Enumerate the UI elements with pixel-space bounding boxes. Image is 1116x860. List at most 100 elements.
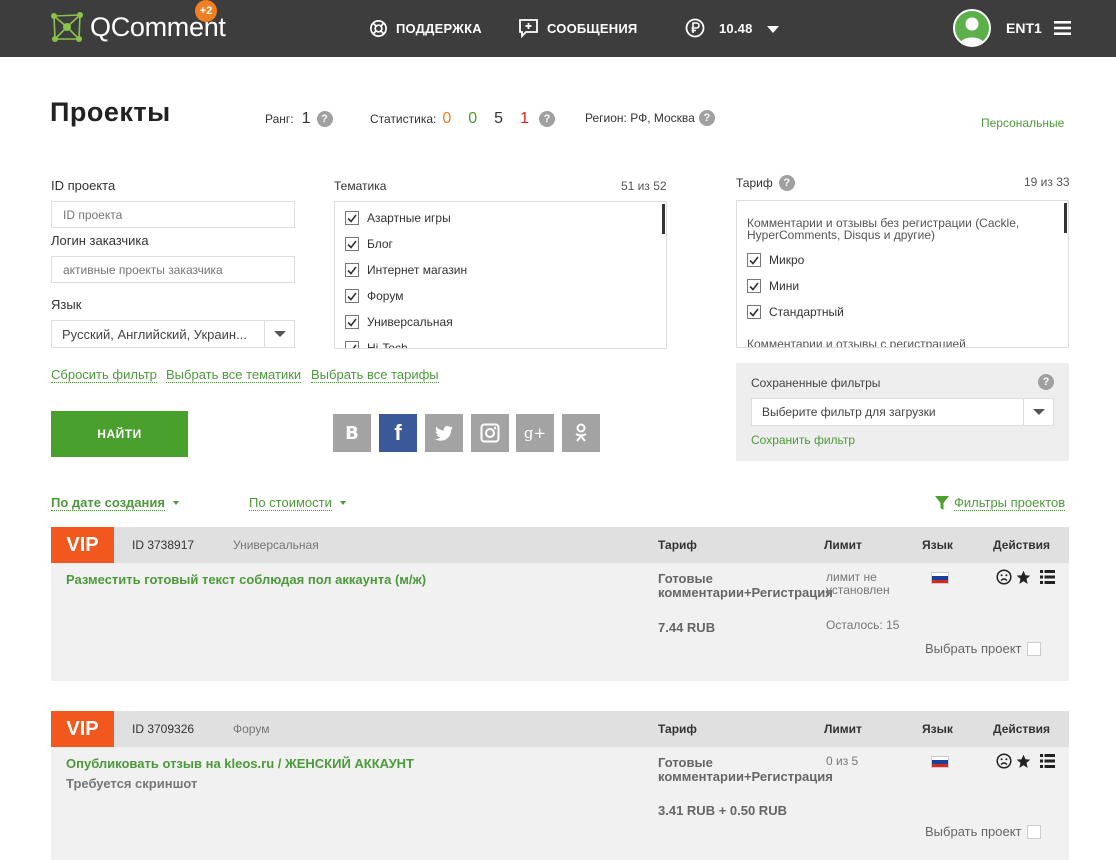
tariff-item-label: Микро: [769, 253, 805, 267]
page-title: Проекты: [50, 97, 171, 127]
star-icon[interactable]: [1016, 754, 1031, 769]
project-theme: Универсальная: [233, 538, 319, 552]
checkbox-checked[interactable]: [747, 253, 761, 267]
region-label: Регион: РФ, Москва: [585, 111, 695, 125]
saved-filters-select[interactable]: Выберите фильтр для загрузки: [751, 398, 1054, 426]
scrollbar[interactable]: [1064, 203, 1067, 233]
theme-item[interactable]: Универсальная: [345, 315, 453, 329]
choose-project-label: Выбрать проект: [925, 824, 1022, 839]
google-plus-icon: g+: [523, 424, 547, 442]
statistics-info: Статистика: 0 0 5 1 ?: [370, 110, 555, 128]
chevron-down-icon: [766, 21, 787, 36]
project-id-input[interactable]: [51, 201, 295, 228]
scrollbar[interactable]: [662, 204, 665, 234]
help-icon[interactable]: ?: [1038, 374, 1054, 390]
help-icon[interactable]: ?: [538, 111, 555, 127]
customer-login-input[interactable]: [51, 256, 295, 283]
project-actions: [996, 753, 1055, 769]
theme-item[interactable]: Блог: [345, 237, 393, 251]
dislike-face-icon[interactable]: [996, 753, 1012, 769]
help-icon[interactable]: ?: [316, 111, 333, 127]
project-filters-link[interactable]: Фильтры проектов: [935, 495, 1066, 511]
select-all-tariffs-link[interactable]: Выбрать все тарифы: [311, 367, 439, 383]
dislike-face-icon[interactable]: [996, 569, 1012, 585]
project-title-link[interactable]: Разместить готовый текст соблюдая пол ак…: [66, 572, 426, 587]
chevron-down-icon: [264, 321, 294, 347]
tariff-item[interactable]: Стандартный: [747, 305, 844, 319]
project-filters-label: Фильтры проектов: [954, 495, 1066, 511]
theme-item[interactable]: Форум: [345, 289, 403, 303]
project-limit: лимит не установлен: [826, 570, 890, 597]
theme-item[interactable]: Азартные игры: [345, 211, 451, 225]
facebook-share-button[interactable]: f: [379, 414, 417, 452]
ruble-icon: [685, 18, 705, 38]
stat-value: 1: [520, 110, 529, 127]
chevron-down-icon: [1023, 399, 1053, 425]
checkbox-checked[interactable]: [345, 289, 359, 303]
google-plus-share-button[interactable]: g+: [516, 414, 554, 452]
user-name: ENT1: [1006, 20, 1042, 36]
lifebuoy-icon: [370, 19, 387, 37]
tariff-item[interactable]: Микро: [747, 253, 804, 267]
checkbox-checked[interactable]: [345, 341, 359, 348]
user-menu[interactable]: ENT1: [953, 9, 1071, 47]
theme-item-label: Блог: [367, 237, 393, 251]
column-actions: Действия: [993, 538, 1051, 552]
balance-dropdown[interactable]: 10.48: [685, 18, 787, 38]
project-title-link[interactable]: Опубликовать отзыв на kleos.ru / ЖЕНСКИЙ…: [66, 756, 414, 771]
saved-filters-panel: Сохраненные фильтры ? Выберите фильтр дл…: [736, 363, 1069, 461]
select-all-themes-link[interactable]: Выбрать все тематики: [166, 367, 302, 383]
project-id: ID 3709326: [132, 722, 195, 736]
theme-item-label: Универсальная: [367, 315, 453, 329]
personal-projects-link[interactable]: Персональные: [981, 116, 1064, 130]
nav-support[interactable]: ПОДДЕРЖКА: [369, 18, 482, 38]
theme-item-label: Азартные игры: [367, 211, 451, 225]
column-language: Язык: [922, 722, 953, 736]
vk-share-button[interactable]: В: [333, 414, 371, 452]
tariff-item[interactable]: Мини: [747, 279, 799, 293]
top-navigation-bar: QComment +2 ПОДДЕРЖКА СООБЩЕНИЯ 10.48 EN…: [0, 0, 1116, 57]
menu-icon[interactable]: [1053, 21, 1071, 35]
odnoklassniki-share-button[interactable]: ok: [562, 414, 600, 452]
vip-badge: VIP: [51, 527, 114, 563]
stat-value: 5: [494, 110, 504, 127]
tariff-label: Тариф: [736, 176, 773, 190]
checkbox-checked[interactable]: [345, 211, 359, 225]
find-button[interactable]: НАЙТИ: [51, 411, 188, 457]
odnoklassniki-icon: [575, 423, 587, 442]
twitter-share-button[interactable]: t: [425, 414, 463, 452]
save-filter-link[interactable]: Сохранить фильтр: [751, 433, 855, 447]
notification-badge[interactable]: +2: [195, 0, 217, 22]
stats-label: Статистика:: [370, 112, 437, 126]
sort-by-date[interactable]: По дате создания: [51, 495, 179, 511]
avatar[interactable]: [953, 9, 991, 47]
twitter-icon: [435, 425, 453, 441]
reset-filter-link[interactable]: Сбросить фильтр: [51, 367, 157, 383]
list-icon[interactable]: [1040, 570, 1055, 584]
theme-item[interactable]: Интернет магазин: [345, 263, 467, 277]
choose-project[interactable]: Выбрать проект: [925, 824, 1041, 839]
balance-value: 10.48: [719, 20, 753, 36]
checkbox-checked[interactable]: [747, 279, 761, 293]
help-icon[interactable]: ?: [778, 175, 795, 191]
theme-item[interactable]: Hi-Tech: [345, 341, 408, 348]
message-add-icon: [519, 19, 538, 38]
rank-label: Ранг:: [265, 112, 294, 126]
star-icon[interactable]: [1016, 570, 1031, 585]
tariff-list[interactable]: Комментарии и отзывы без регистрации (Ca…: [736, 200, 1069, 348]
choose-project[interactable]: Выбрать проект: [925, 641, 1041, 656]
instagram-share-button[interactable]: ig: [471, 414, 509, 452]
list-icon[interactable]: [1040, 754, 1055, 768]
checkbox-checked[interactable]: [345, 263, 359, 277]
help-icon[interactable]: ?: [698, 110, 715, 126]
theme-list[interactable]: Азартные игры Блог Интернет магазин Фору…: [334, 201, 667, 349]
checkbox-checked[interactable]: [345, 237, 359, 251]
checkbox-checked[interactable]: [345, 315, 359, 329]
column-limit: Лимит: [824, 722, 862, 736]
choose-project-checkbox[interactable]: [1026, 641, 1041, 656]
choose-project-checkbox[interactable]: [1026, 824, 1041, 839]
sort-by-price[interactable]: По стоимости: [249, 495, 346, 511]
nav-messages[interactable]: СООБЩЕНИЯ: [518, 18, 637, 38]
checkbox-checked[interactable]: [747, 305, 761, 319]
language-select[interactable]: Русский, Английский, Украин...: [51, 320, 295, 348]
